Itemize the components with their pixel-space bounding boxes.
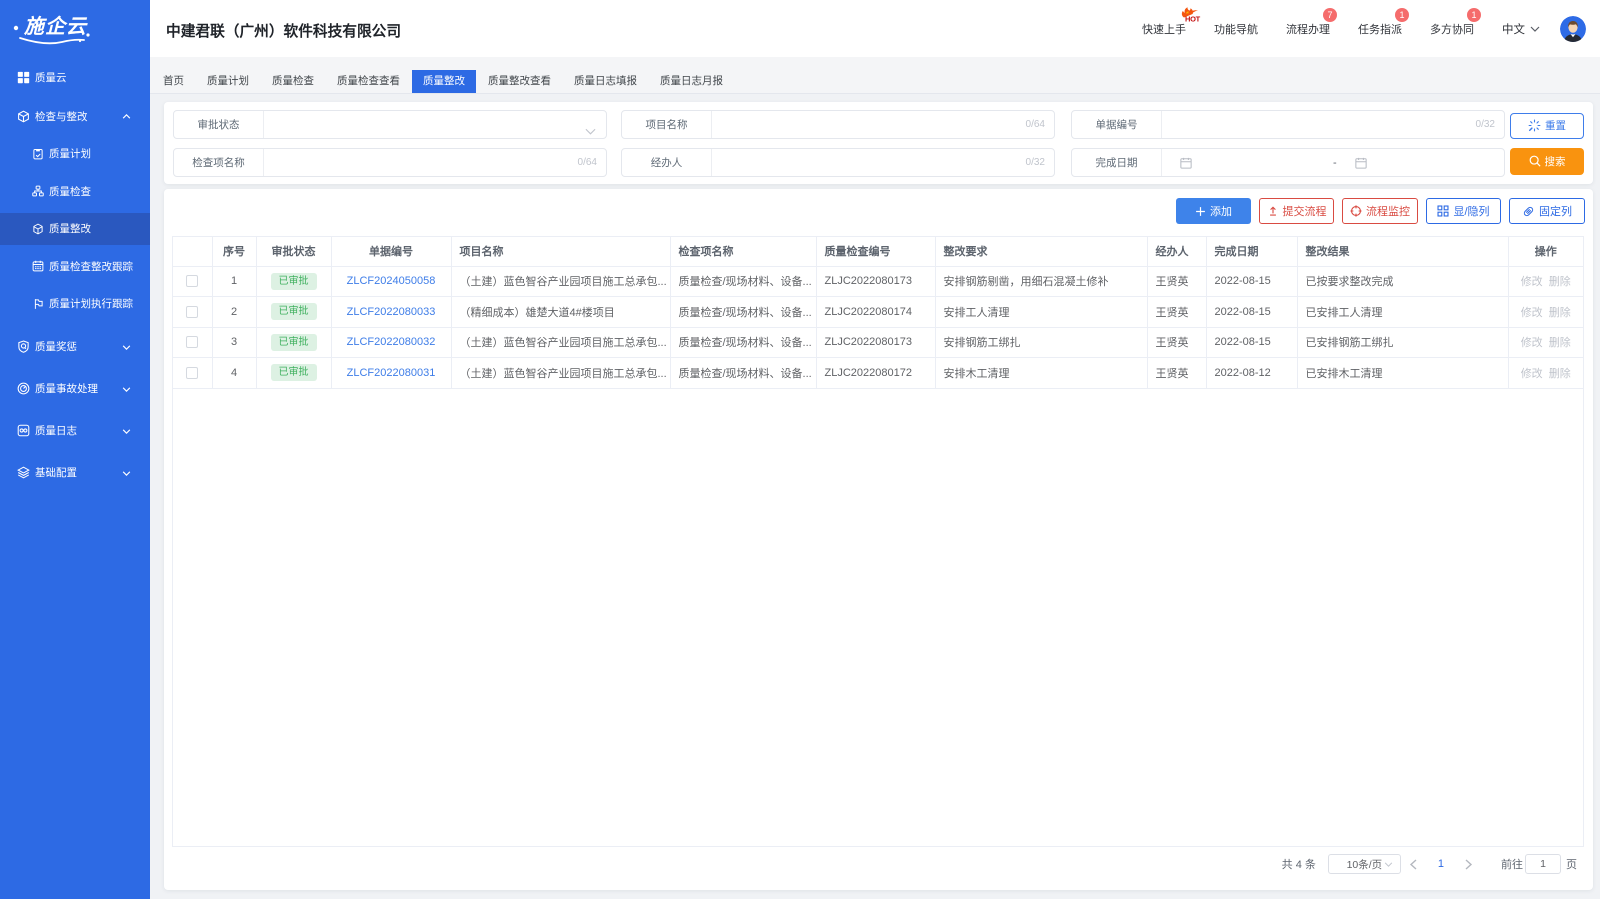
svg-text:HOT: HOT xyxy=(1185,14,1201,22)
svg-text:施企云: 施企云 xyxy=(23,15,88,38)
